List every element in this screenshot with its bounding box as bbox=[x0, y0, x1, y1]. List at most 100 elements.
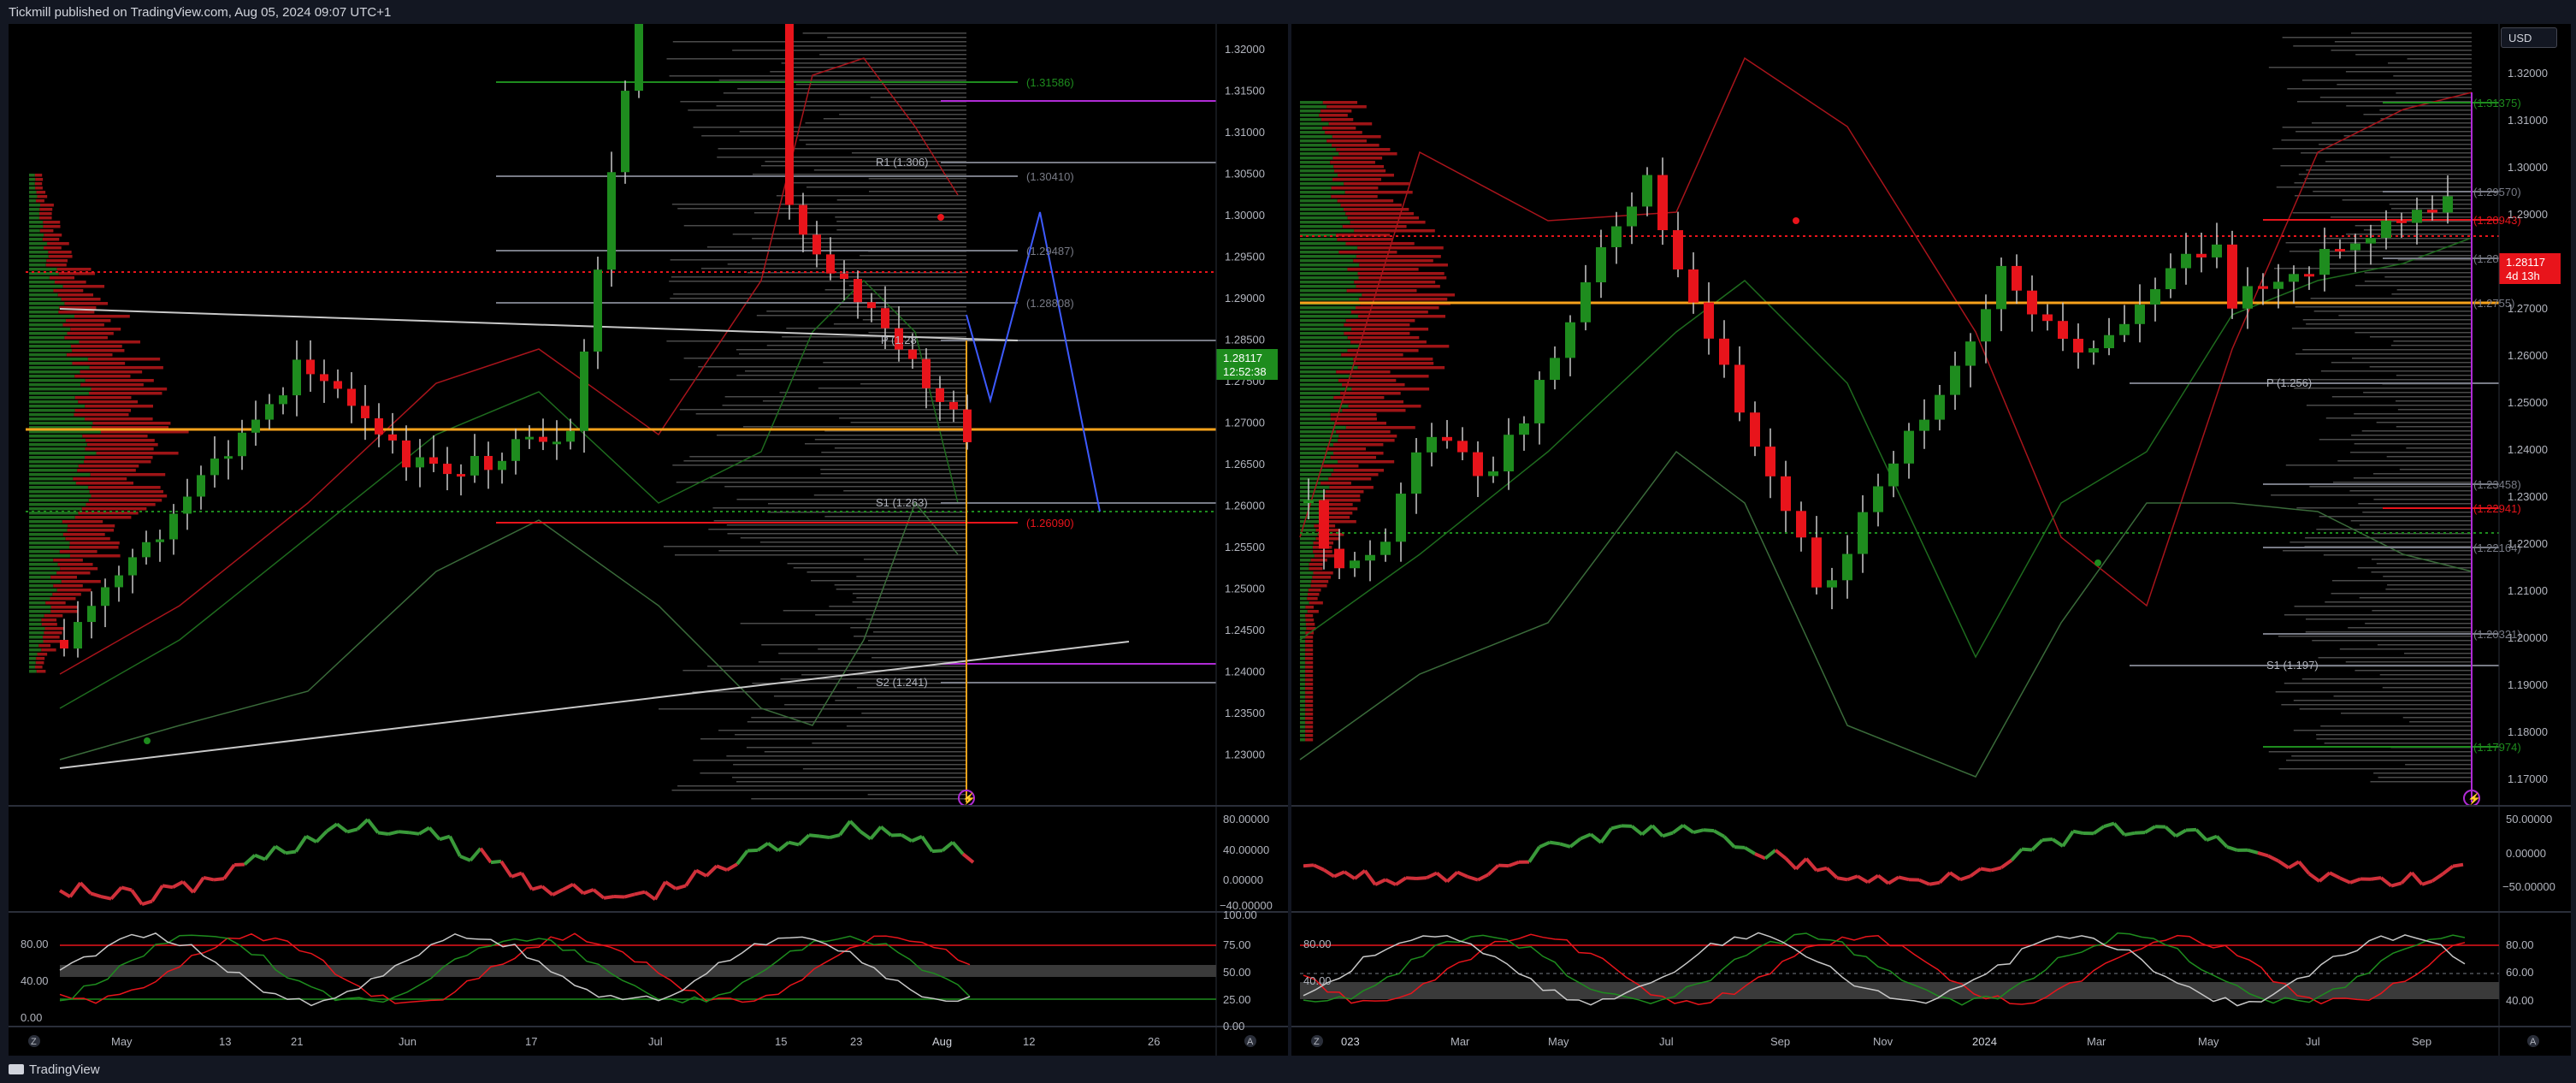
svg-text:4d 13h: 4d 13h bbox=[2506, 269, 2540, 282]
svg-text:Jul: Jul bbox=[1659, 1035, 1674, 1048]
s2-label: S2 (1.241) bbox=[876, 676, 928, 689]
current-price: 1.28117 bbox=[1223, 352, 1262, 364]
svg-text:⚡: ⚡ bbox=[962, 792, 976, 806]
svg-text:May: May bbox=[111, 1035, 133, 1048]
svg-text:Mar: Mar bbox=[1450, 1035, 1470, 1048]
price-tick: 1.24500 bbox=[1225, 624, 1265, 636]
price-tick: 1.32000 bbox=[2508, 67, 2548, 80]
fib-label-2: (1.30410) bbox=[1026, 170, 1074, 183]
svg-text:(1.17974): (1.17974) bbox=[2473, 741, 2521, 754]
svg-text:023: 023 bbox=[1341, 1035, 1360, 1048]
svg-text:50.00: 50.00 bbox=[1223, 966, 1251, 979]
right-chart-panel[interactable]: (1.31375) (1.29570) (1.28943) (1.28153) … bbox=[1291, 24, 2571, 1056]
pivot-label: P (1.28 bbox=[881, 334, 917, 346]
s1-label: S1 (1.263) bbox=[876, 496, 928, 509]
price-tick: 1.24000 bbox=[1225, 666, 1265, 678]
price-tick: 1.25000 bbox=[1225, 583, 1265, 595]
svg-text:40.00000: 40.00000 bbox=[1223, 843, 1269, 856]
price-tick: 1.26000 bbox=[1225, 500, 1265, 512]
svg-text:0.00: 0.00 bbox=[1223, 1020, 1244, 1033]
svg-text:80.00: 80.00 bbox=[1303, 938, 1332, 950]
svg-text:Mar: Mar bbox=[2087, 1035, 2106, 1048]
price-tick: 1.19000 bbox=[2508, 678, 2548, 691]
svg-text:15: 15 bbox=[775, 1035, 787, 1048]
svg-text:23: 23 bbox=[850, 1035, 862, 1048]
svg-text:0.00000: 0.00000 bbox=[1223, 873, 1263, 886]
left-chart-panel[interactable]: (1.31586) (1.30410) (1.29487) (1.28808) … bbox=[9, 0, 1288, 1056]
price-tick: 1.29000 bbox=[2508, 208, 2548, 221]
price-tick: 1.30000 bbox=[1225, 209, 1265, 222]
bottom-bar: TradingView bbox=[0, 1056, 2576, 1083]
fib-label-3: (1.29487) bbox=[1026, 245, 1074, 257]
price-tick: 1.17000 bbox=[2508, 772, 2548, 785]
price-tick: 1.18000 bbox=[2508, 725, 2548, 738]
right-chart-svg[interactable]: (1.31375) (1.29570) (1.28943) (1.28153) … bbox=[1291, 24, 2571, 1056]
price-tick: 1.26000 bbox=[2508, 349, 2548, 362]
price-tick: 1.26500 bbox=[1225, 458, 1265, 470]
svg-text:Aug: Aug bbox=[932, 1035, 952, 1048]
currency-button[interactable]: USD bbox=[2501, 27, 2557, 48]
svg-text:A: A bbox=[1247, 1037, 1254, 1047]
svg-text:80.00000: 80.00000 bbox=[1223, 813, 1269, 826]
svg-text:2024: 2024 bbox=[1972, 1035, 1997, 1048]
svg-text:12: 12 bbox=[1023, 1035, 1035, 1048]
price-tick: 1.29000 bbox=[1225, 292, 1265, 305]
fib-label-1: (1.31586) bbox=[1026, 76, 1074, 89]
svg-text:Jul: Jul bbox=[2306, 1035, 2320, 1048]
publish-info: Tickmill published on TradingView.com, A… bbox=[9, 5, 392, 20]
price-tick: 1.30000 bbox=[2508, 161, 2548, 174]
s1-label: S1 (1.197) bbox=[2266, 659, 2319, 672]
current-price-badge: 1.28117 12:52:38 bbox=[1216, 349, 1278, 380]
svg-text:(1.29570): (1.29570) bbox=[2473, 186, 2521, 198]
svg-text:13: 13 bbox=[219, 1035, 231, 1048]
svg-text:75.00: 75.00 bbox=[1223, 938, 1251, 951]
price-tick: 1.27000 bbox=[2508, 302, 2548, 315]
price-tick: 1.31000 bbox=[1225, 126, 1265, 139]
svg-text:Nov: Nov bbox=[1873, 1035, 1894, 1048]
svg-text:Sep: Sep bbox=[1770, 1035, 1790, 1048]
pivot-label: P (1.256) bbox=[2266, 376, 2312, 389]
svg-text:Z: Z bbox=[1314, 1037, 1320, 1047]
left-chart-svg[interactable]: (1.31586) (1.30410) (1.29487) (1.28808) … bbox=[9, 0, 1288, 1056]
svg-text:(1.23458): (1.23458) bbox=[2473, 478, 2521, 491]
svg-text:26: 26 bbox=[1148, 1035, 1160, 1048]
countdown: 12:52:38 bbox=[1223, 365, 1267, 378]
svg-text:80.00: 80.00 bbox=[21, 938, 49, 950]
svg-text:80.00: 80.00 bbox=[2506, 938, 2534, 951]
price-tick: 1.29500 bbox=[1225, 251, 1265, 263]
price-tick: 1.30500 bbox=[1225, 168, 1265, 180]
price-tick: 1.28500 bbox=[1225, 334, 1265, 346]
marker-dot-red bbox=[937, 214, 944, 221]
svg-text:17: 17 bbox=[525, 1035, 537, 1048]
price-tick: 1.23000 bbox=[1225, 749, 1265, 761]
svg-text:A: A bbox=[2530, 1037, 2537, 1047]
price-tick: 1.20000 bbox=[2508, 631, 2548, 644]
price-tick: 1.22000 bbox=[2508, 537, 2548, 550]
price-tick: 1.27000 bbox=[1225, 417, 1265, 429]
svg-text:100.00: 100.00 bbox=[1223, 908, 1257, 921]
svg-text:(1.22941): (1.22941) bbox=[2473, 502, 2521, 515]
price-tick: 1.31000 bbox=[2508, 114, 2548, 127]
top-bar: Tickmill published on TradingView.com, A… bbox=[0, 0, 2576, 24]
svg-text:(1.31375): (1.31375) bbox=[2473, 97, 2521, 109]
svg-text:50.00000: 50.00000 bbox=[2506, 813, 2552, 826]
tradingview-logo[interactable]: TradingView bbox=[9, 1062, 100, 1077]
svg-text:May: May bbox=[2198, 1035, 2219, 1048]
svg-text:⚡: ⚡ bbox=[2467, 792, 2481, 806]
marker-dot-green bbox=[144, 737, 151, 744]
price-tick: 1.23500 bbox=[1225, 707, 1265, 719]
price-tick: 1.25500 bbox=[1225, 541, 1265, 553]
price-tick: 1.23000 bbox=[2508, 490, 2548, 503]
r1-label: R1 (1.306) bbox=[876, 156, 928, 169]
svg-text:40.00: 40.00 bbox=[21, 974, 49, 987]
svg-text:May: May bbox=[1548, 1035, 1569, 1048]
fib-label-5: (1.26090) bbox=[1026, 517, 1074, 530]
price-tick: 1.21000 bbox=[2508, 584, 2548, 597]
fib-label-4: (1.28808) bbox=[1026, 297, 1074, 310]
svg-text:−50.00000: −50.00000 bbox=[2502, 880, 2555, 893]
svg-text:40.00: 40.00 bbox=[2506, 994, 2534, 1007]
svg-text:0.00: 0.00 bbox=[21, 1011, 42, 1024]
svg-text:Sep: Sep bbox=[2412, 1035, 2431, 1048]
svg-text:1.28117: 1.28117 bbox=[2506, 256, 2545, 269]
price-tick: 1.32000 bbox=[1225, 43, 1265, 56]
